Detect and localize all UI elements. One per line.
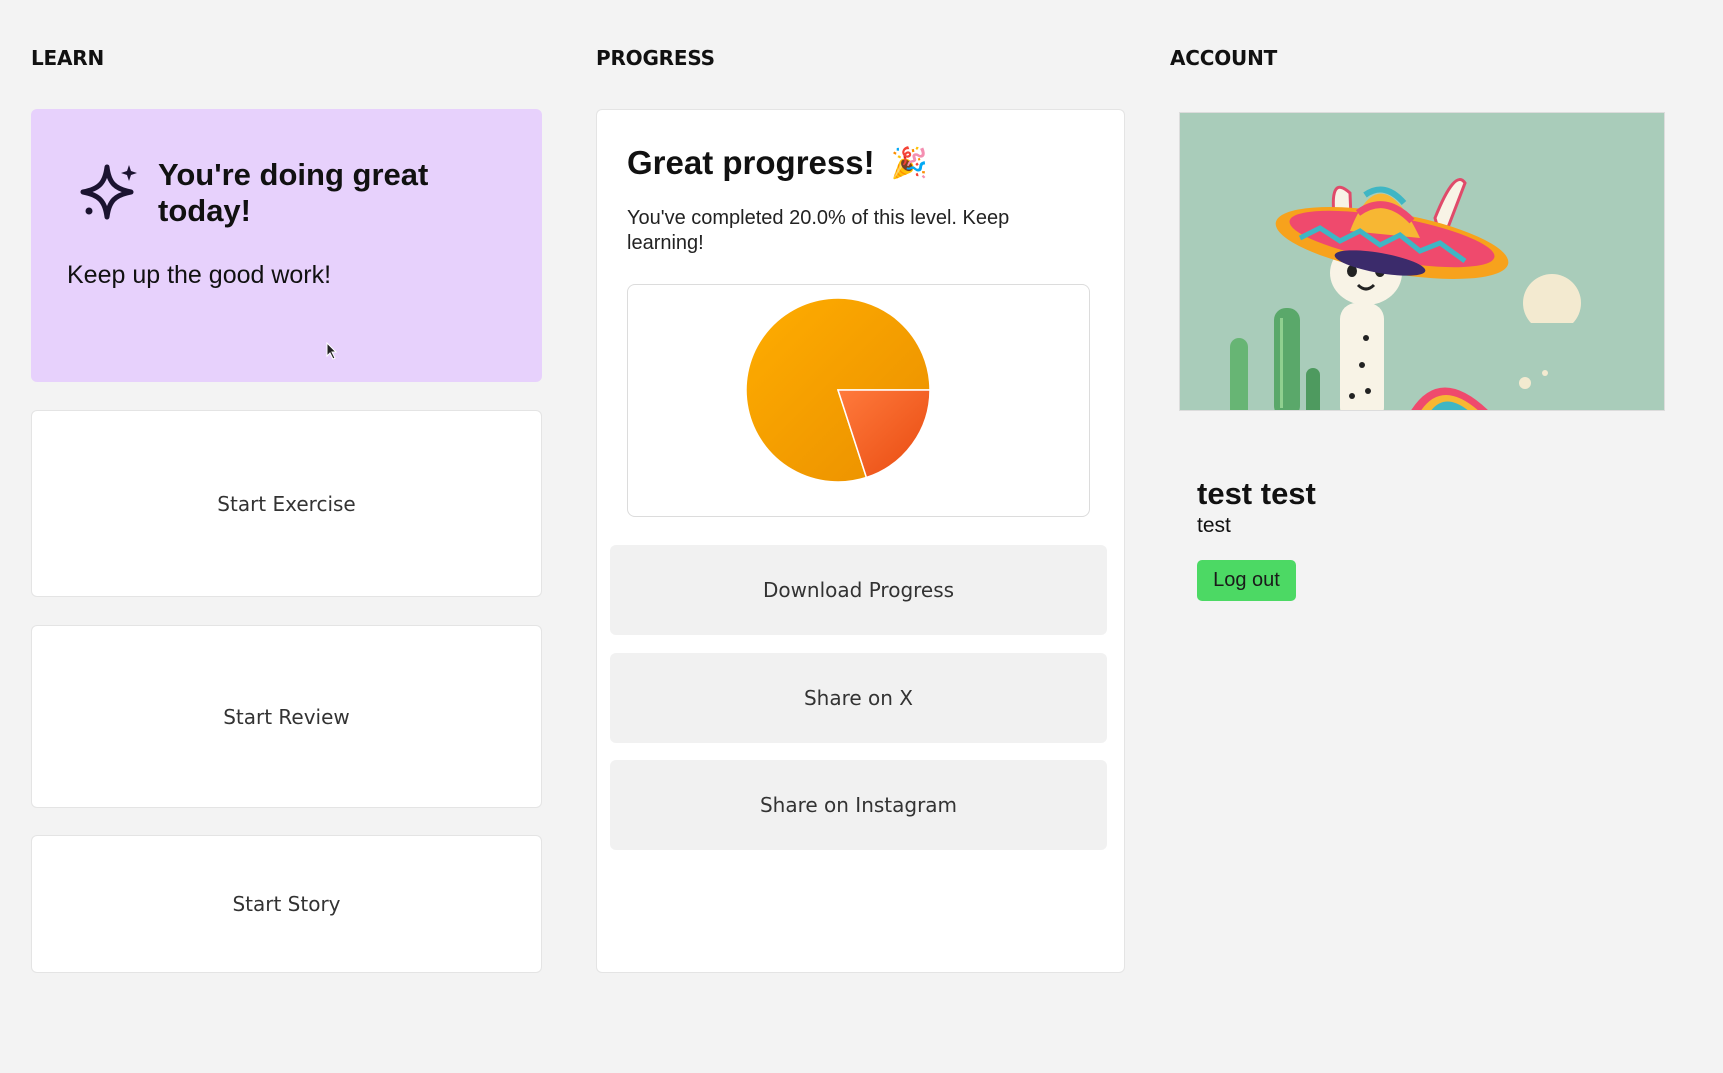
start-exercise-button[interactable]: Start Exercise xyxy=(31,410,542,597)
start-review-button[interactable]: Start Review xyxy=(31,625,542,808)
sparkle-icon xyxy=(80,164,137,220)
share-on-instagram-button[interactable]: Share on Instagram xyxy=(610,760,1107,850)
learn-heading: LEARN xyxy=(31,46,105,70)
encouragement-card: You're doing great today! Keep up the go… xyxy=(31,109,542,382)
download-progress-button[interactable]: Download Progress xyxy=(610,545,1107,635)
party-popper-icon: 🎉 xyxy=(890,146,928,180)
user-full-name: test test xyxy=(1197,476,1316,511)
progress-heading: PROGRESS xyxy=(596,46,715,70)
progress-title: Great progress! xyxy=(627,144,875,181)
progress-chart xyxy=(627,284,1090,517)
progress-pie-chart xyxy=(745,297,931,483)
start-story-button[interactable]: Start Story xyxy=(31,835,542,973)
avatar xyxy=(1179,112,1665,411)
account-heading: ACCOUNT xyxy=(1170,46,1278,70)
encouragement-title: You're doing great today! xyxy=(158,157,429,228)
mouse-cursor-icon xyxy=(326,342,338,360)
progress-title-row: Great progress! 🎉 xyxy=(627,144,928,182)
log-out-button[interactable]: Log out xyxy=(1197,560,1296,601)
share-on-x-button[interactable]: Share on X xyxy=(610,653,1107,743)
user-username: test xyxy=(1197,514,1231,537)
encouragement-subtitle: Keep up the good work! xyxy=(67,261,332,289)
progress-card: Great progress! 🎉 You've completed 20.0%… xyxy=(596,109,1125,973)
progress-description: You've completed 20.0% of this level. Ke… xyxy=(627,207,1010,254)
llama-sombrero-illustration xyxy=(1180,113,1664,410)
